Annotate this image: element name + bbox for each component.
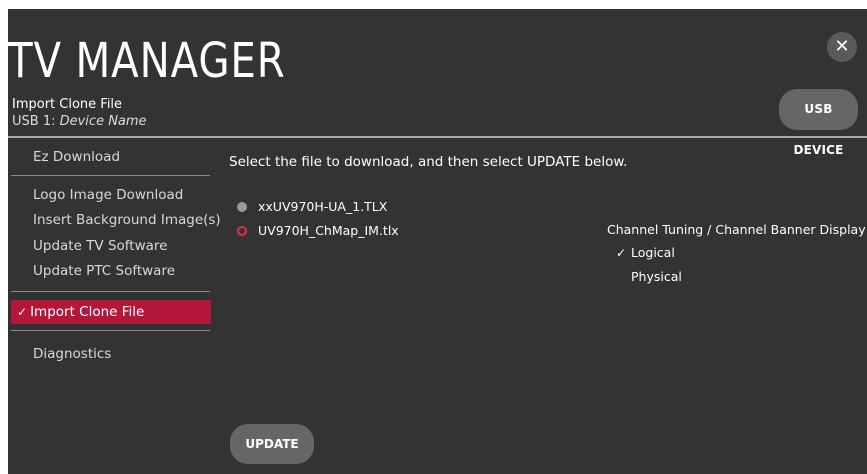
sidebar-item-ez-download[interactable]: Ez Download xyxy=(11,145,211,169)
sidebar-item-diagnostics[interactable]: Diagnostics xyxy=(11,342,211,366)
header-divider xyxy=(8,136,867,138)
sidebar-item-insert-background-images[interactable]: Insert Background Image(s) xyxy=(11,208,221,232)
tuning-option-label: Logical xyxy=(631,245,675,260)
file-name: UV970H_ChMap_IM.tlx xyxy=(258,223,399,238)
file-item[interactable]: xxUV970H-UA_1.TLX xyxy=(237,198,387,216)
radio-selected-icon xyxy=(237,225,247,236)
sidebar-divider xyxy=(11,175,210,176)
sidebar-divider xyxy=(11,291,210,292)
file-name: xxUV970H-UA_1.TLX xyxy=(258,199,388,214)
update-button[interactable]: UPDATE xyxy=(230,424,314,464)
sidebar-divider xyxy=(11,330,210,331)
sidebar-item-update-tv-software[interactable]: Update TV Software xyxy=(11,234,211,258)
device-prefix: USB 1: xyxy=(12,114,60,129)
radio-unselected-icon xyxy=(237,201,247,212)
sidebar-item-import-clone-file[interactable]: ✓ Import Clone File xyxy=(11,300,211,324)
channel-tuning-title: Channel Tuning / Channel Banner Display xyxy=(607,222,866,237)
sidebar-item-label: Import Clone File xyxy=(30,304,145,320)
tuning-option-label: Physical xyxy=(631,269,682,284)
check-icon: ✓ xyxy=(616,246,627,260)
file-item[interactable]: UV970H_ChMap_IM.tlx xyxy=(237,222,399,240)
device-name: Device Name xyxy=(59,114,147,129)
tuning-option-logical[interactable]: ✓ Logical xyxy=(616,244,675,262)
usb-device-button[interactable]: USB DEVICE xyxy=(779,89,858,157)
close-button[interactable]: ✕ xyxy=(827,32,857,62)
check-icon: ✓ xyxy=(17,305,28,319)
sidebar-item-update-ptc-software[interactable]: Update PTC Software xyxy=(11,259,211,283)
page-subtitle: Import Clone File xyxy=(12,97,123,112)
instruction-text: Select the file to download, and then se… xyxy=(229,154,628,170)
tuning-option-physical[interactable]: Physical xyxy=(616,268,682,286)
page-title: TV MANAGER xyxy=(8,33,286,89)
device-line: USB 1: Device Name xyxy=(12,114,147,130)
sidebar-item-logo-image-download[interactable]: Logo Image Download xyxy=(11,183,211,207)
close-icon: ✕ xyxy=(834,36,850,57)
tv-manager-screen: TV MANAGER ✕ Import Clone File USB 1: De… xyxy=(8,9,867,474)
